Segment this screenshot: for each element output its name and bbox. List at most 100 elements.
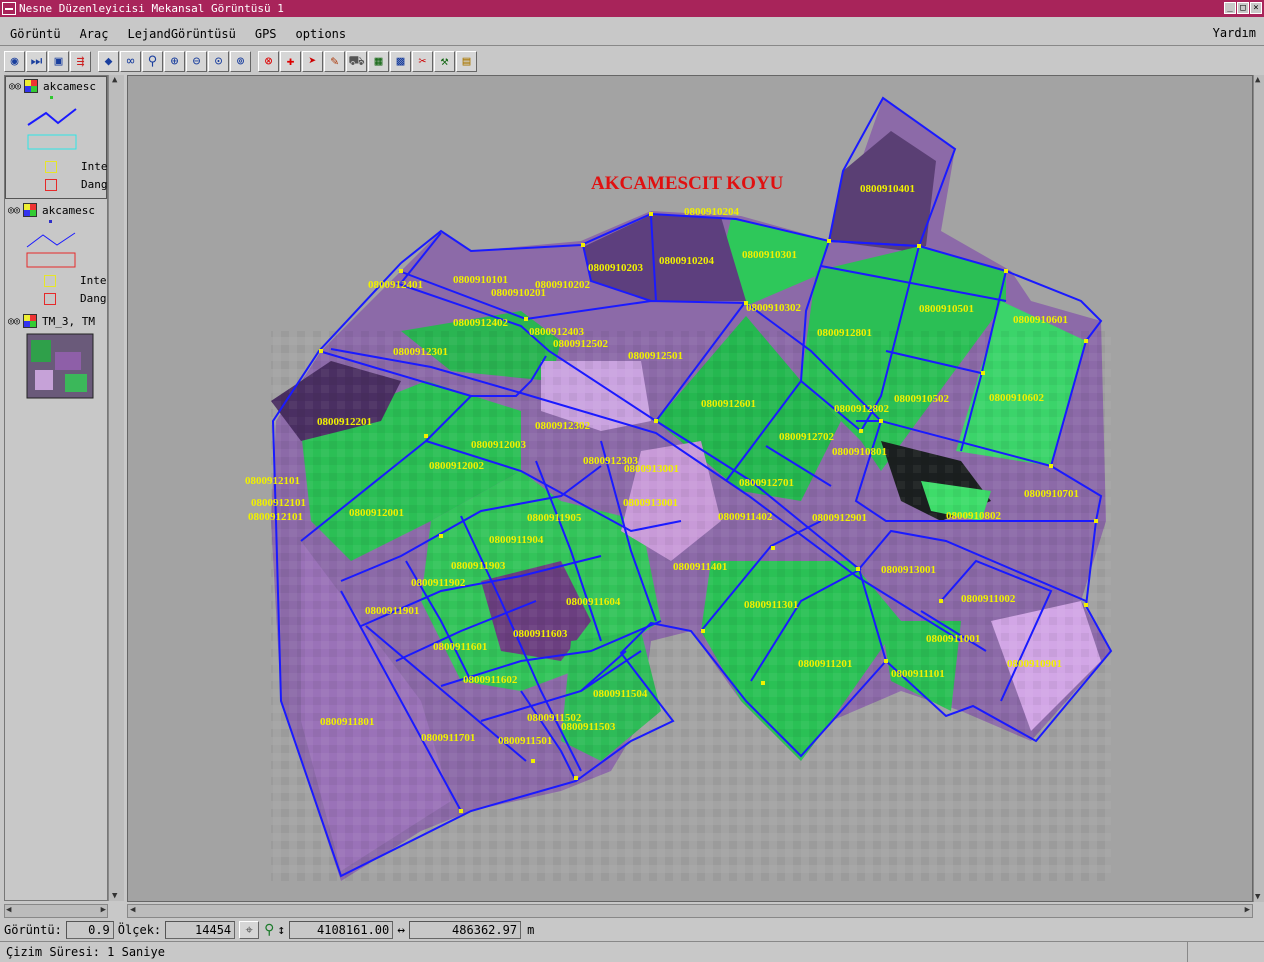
maximize-icon[interactable]: □: [1237, 2, 1249, 14]
parcel-label: 0800913001: [624, 463, 679, 475]
parcel-label: 0800911801: [320, 716, 374, 728]
zoom-red-icon[interactable]: ⊗: [258, 50, 279, 72]
fast-forward-icon[interactable]: ⏭: [26, 50, 47, 72]
minimize-icon[interactable]: _: [1224, 2, 1236, 14]
frame-icon[interactable]: ▣: [48, 50, 69, 72]
parcel-label: 0800911504: [593, 688, 648, 700]
gps-icon[interactable]: ⚲: [264, 922, 274, 938]
menu-options[interactable]: options: [294, 27, 349, 41]
menu-goruntu[interactable]: Görüntü: [8, 27, 63, 41]
map-svg[interactable]: 0800910204 0800910401 0800910301 0800910204…: [128, 76, 1253, 902]
map-vscrollbar[interactable]: ▲ ▼: [1253, 75, 1264, 902]
binoculars-icon[interactable]: ◎◎: [6, 81, 24, 92]
parcel-label: 0800910204: [659, 255, 715, 267]
grid-icon[interactable]: ▩: [390, 50, 411, 72]
parcel-label: 0800911501: [498, 735, 552, 747]
map-canvas[interactable]: 0800910204 0800910401 0800910301 0800910204…: [127, 75, 1253, 902]
parcel-label: 0800912401: [368, 279, 423, 291]
legend-layer-2[interactable]: ◎◎ akcamesc Inte Dang: [5, 201, 107, 312]
binoculars-search-icon[interactable]: ⚲: [142, 50, 163, 72]
scale-field[interactable]: 14454: [165, 921, 236, 939]
scroll-right-icon[interactable]: ▶: [101, 905, 106, 915]
parcel-label: 0800913001: [881, 564, 936, 576]
car-icon[interactable]: ⛟: [346, 50, 367, 72]
close-icon[interactable]: ×: [1250, 2, 1262, 14]
menu-lejand[interactable]: LejandGörüntüsü: [125, 27, 237, 41]
menu-gps[interactable]: GPS: [253, 27, 279, 41]
globe-icon[interactable]: ◉: [4, 50, 25, 72]
menu-help[interactable]: Yardım: [1213, 26, 1256, 40]
edit-icon[interactable]: ✎: [324, 50, 345, 72]
binoculars-icon[interactable]: ◎◎: [5, 316, 23, 327]
scroll-up-icon[interactable]: ▲: [112, 75, 117, 85]
parcel-label: 0800911904: [489, 534, 544, 546]
legend-vscrollbar[interactable]: ▲ ▼: [108, 75, 124, 901]
binoculars-icon[interactable]: ∞: [120, 50, 141, 72]
legend-layer-3[interactable]: ◎◎ TM_3, TM: [5, 312, 107, 403]
parcel-label: 0800912301: [393, 346, 448, 358]
legend-label: Inte: [81, 160, 108, 173]
layers-add-icon[interactable]: ⇶: [70, 50, 91, 72]
parcel-label: 0800910203: [588, 262, 644, 274]
legend-hscrollbar[interactable]: ◀ ▶: [4, 904, 108, 918]
scroll-down-icon[interactable]: ▼: [112, 891, 117, 901]
binoculars-icon[interactable]: ◎◎: [5, 205, 23, 216]
vertical-arrow-icon: ↕: [277, 922, 286, 938]
legend-label: Inte: [80, 274, 107, 287]
system-menu-icon[interactable]: [2, 2, 16, 15]
scroll-left-icon[interactable]: ◀: [130, 905, 135, 915]
menu-bar: Görüntü Araç LejandGörüntüsü GPS options…: [0, 22, 1264, 46]
parcel-label: 0800911301: [744, 599, 798, 611]
layer-name: TM_3, TM: [42, 314, 95, 328]
parcel-label: 0800911503: [561, 721, 616, 733]
parcel-label: 0800912201: [317, 416, 372, 428]
parcel-label: 0800910204: [684, 206, 740, 218]
diamond-icon[interactable]: ◆: [98, 50, 119, 72]
parcel-label: 0800911701: [421, 732, 475, 744]
table-icon[interactable]: ▤: [456, 50, 477, 72]
legend-box: [44, 275, 56, 287]
parcel-label: 0800913001: [623, 497, 678, 509]
map-icon[interactable]: ▦: [368, 50, 389, 72]
parcel-label: 0800911401: [673, 561, 727, 573]
axis-icon[interactable]: ✚: [280, 50, 301, 72]
parcel-label: 0800911905: [527, 512, 582, 524]
scroll-right-icon[interactable]: ▶: [1245, 905, 1250, 915]
zoom-in-icon[interactable]: ⊕: [164, 50, 185, 72]
parcel-label: 0800911902: [411, 577, 466, 589]
layer-name: akcamesc: [42, 203, 95, 217]
scroll-up-icon[interactable]: ▲: [1255, 75, 1260, 85]
scroll-left-icon[interactable]: ◀: [6, 905, 11, 915]
scale-label: Ölçek:: [117, 923, 162, 937]
pointer-icon[interactable]: ➤: [302, 50, 323, 72]
scissors-icon[interactable]: ✂: [412, 50, 433, 72]
parcel-label: 0800911201: [798, 658, 852, 670]
layer-name: akcamesc: [43, 79, 96, 93]
scroll-down-icon[interactable]: ▼: [1255, 892, 1260, 902]
legend-label: Dang: [81, 178, 108, 191]
parcel-label: 0800912101: [251, 497, 306, 509]
legend-symbols-1: [27, 96, 77, 150]
coord-x-field: 486362.97: [409, 921, 522, 939]
raster-thumbnail: [26, 333, 94, 399]
parcel-label: 0800911602: [463, 674, 518, 686]
zoom-fit-icon[interactable]: ⊚: [230, 50, 251, 72]
map-hscrollbar[interactable]: ◀ ▶: [127, 904, 1253, 918]
parcel-label: 0800912403: [529, 326, 585, 338]
parcel-label: 0800911604: [566, 596, 621, 608]
parcel-label: 0800911001: [926, 633, 980, 645]
parcel-label: 0800912702: [779, 431, 835, 443]
view-field[interactable]: 0.9: [65, 921, 114, 939]
crosshair-icon[interactable]: ⌖: [239, 921, 260, 939]
zoom-actual-icon[interactable]: ⊙: [208, 50, 229, 72]
parcel-label: 0800910502: [894, 393, 950, 405]
status-bar: Görüntü: 0.9 Ölçek: 14454 ⌖ ⚲ ↕ 4108161.…: [0, 919, 1264, 941]
parcel-label: 0800910701: [1024, 488, 1079, 500]
map-title: AKCAMESCIT KOYU: [591, 173, 784, 194]
legend-panel: ◎◎ akcamesc Inte Dang ◎◎ akcamesc Inte Dan…: [4, 75, 108, 901]
parcel-label: 0800912003: [471, 439, 527, 451]
menu-arac[interactable]: Araç: [78, 27, 111, 41]
legend-layer-1[interactable]: ◎◎ akcamesc Inte Dang: [5, 76, 108, 199]
zoom-out-icon[interactable]: ⊖: [186, 50, 207, 72]
tools-icon[interactable]: ⚒: [434, 50, 455, 72]
